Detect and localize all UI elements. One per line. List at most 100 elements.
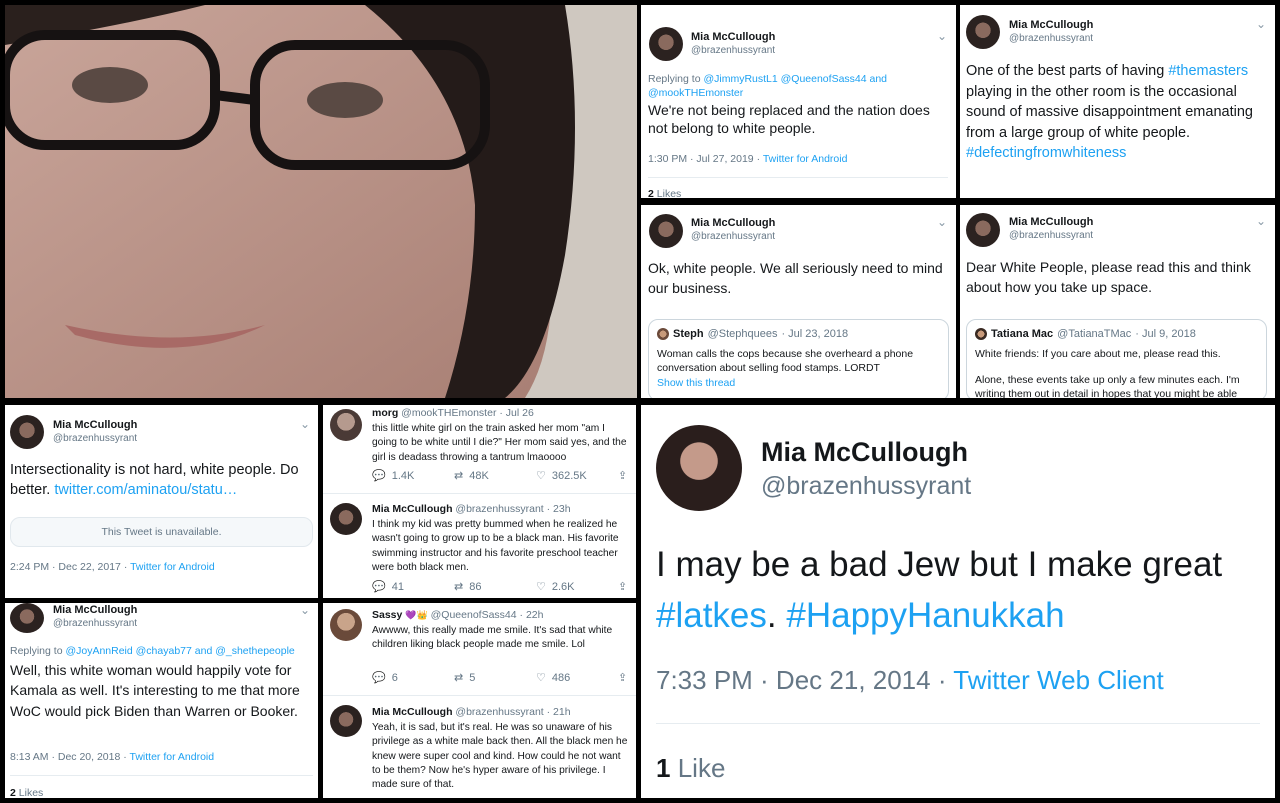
author-handle[interactable]: @brazenhussyrant	[53, 433, 137, 444]
replying-to: Replying to @JoyAnnReid @chayab77 and @_…	[10, 645, 313, 657]
quoted-author-handle: @Stephquees	[707, 328, 778, 340]
reply-action[interactable]: 💬 6	[372, 671, 454, 685]
likes-count[interactable]: 1 Like	[656, 753, 725, 784]
portrait-image	[5, 5, 637, 398]
author-handle[interactable]: @brazenhussyrant	[53, 618, 137, 629]
quoted-date: · Jul 23, 2018	[781, 328, 849, 340]
quoted-text: Woman calls the cops because she overhea…	[657, 348, 914, 375]
quoted-tweet[interactable]: Tatiana Mac @TatianaTMac · Jul 9, 2018 W…	[966, 319, 1267, 398]
show-thread-link[interactable]: Show this thread	[657, 377, 735, 389]
reply-action[interactable]: 💬 41	[372, 580, 454, 594]
avatar[interactable]	[966, 213, 1000, 247]
tweet-time[interactable]: 1:30 PM · Jul 27, 2019	[648, 153, 754, 165]
tweet-client[interactable]: Twitter for Android	[763, 153, 848, 165]
tweet-text: I may be a bad Jew but I make great #lat…	[656, 540, 1266, 642]
chevron-down-icon[interactable]: ⌄	[300, 417, 310, 431]
tweet-client[interactable]: Twitter for Android	[130, 561, 215, 573]
author-name[interactable]: Mia McCullough	[372, 706, 453, 718]
tweet-card-dear-white-people[interactable]: Mia McCullough @brazenhussyrant ⌄ Dear W…	[960, 205, 1275, 398]
author-name[interactable]: Mia McCullough	[372, 503, 453, 515]
morg-handle[interactable]: @mookTHEmonster	[401, 407, 496, 419]
author-name[interactable]: Mia McCullough	[53, 604, 137, 616]
avatar[interactable]	[10, 415, 44, 449]
retweet-action[interactable]: ⇄ 48K	[454, 469, 536, 483]
tweet-card-replacement[interactable]: Mia McCullough @brazenhussyrant ⌄ Replyi…	[641, 5, 956, 198]
sassy-avatar[interactable]	[330, 609, 362, 641]
author-handle[interactable]: @brazenhussyrant	[691, 45, 775, 56]
like-action[interactable]: ♡ 362.5K	[536, 469, 618, 483]
tweet-text: Intersectionality is not hard, white peo…	[10, 460, 310, 501]
morg-text: this little white girl on the train aske…	[372, 423, 627, 463]
quoted-tweet[interactable]: Steph @Stephquees · Jul 23, 2018 Woman c…	[648, 319, 949, 398]
author-name[interactable]: Mia McCullough	[691, 31, 775, 43]
likes-count[interactable]: 2 Likes	[648, 188, 681, 198]
chevron-down-icon[interactable]: ⌄	[1256, 214, 1266, 228]
share-action[interactable]: ⇪	[618, 671, 636, 684]
author-handle[interactable]: @brazenhussyrant	[691, 231, 775, 242]
morg-avatar[interactable]	[330, 409, 362, 441]
tweet-time[interactable]: 2:24 PM · Dec 22, 2017	[10, 561, 121, 573]
author-name[interactable]: Mia McCullough	[1009, 216, 1093, 228]
thread-card-morg[interactable]: morg @mookTHEmonster · Jul 26 this littl…	[323, 405, 636, 598]
hashtag-happyhanukkah[interactable]: #HappyHanukkah	[786, 596, 1064, 635]
like-action[interactable]: ♡ 486	[536, 671, 618, 685]
chevron-down-icon[interactable]: ⌄	[937, 29, 947, 43]
chevron-down-icon[interactable]: ⌄	[300, 603, 310, 617]
like-action[interactable]: ♡ 2.6K	[536, 580, 618, 594]
quoted-author-name[interactable]: Tatiana Mac	[991, 328, 1053, 340]
hashtag-defectingfromwhiteness[interactable]: #defectingfromwhiteness	[966, 145, 1126, 161]
avatar[interactable]	[649, 27, 683, 61]
likes-count[interactable]: 2 Likes	[10, 787, 43, 798]
author-handle-time[interactable]: @brazenhussyrant · 23h	[455, 503, 570, 515]
replying-prefix: Replying to	[10, 645, 66, 657]
avatar[interactable]	[656, 425, 742, 511]
author-name[interactable]: Mia McCullough	[1009, 19, 1093, 31]
author-handle[interactable]: @brazenhussyrant	[761, 472, 971, 501]
avatar[interactable]	[10, 603, 44, 633]
avatar[interactable]	[966, 15, 1000, 49]
divider	[10, 775, 313, 776]
tweet-card-mind-business[interactable]: Mia McCullough @brazenhussyrant ⌄ Ok, wh…	[641, 205, 956, 398]
tweet-card-latkes[interactable]: Mia McCullough @brazenhussyrant I may be…	[641, 405, 1275, 798]
hashtag-themasters[interactable]: #themasters	[1168, 63, 1248, 79]
sassy-handle[interactable]: @QueenofSass44	[431, 609, 517, 621]
quoted-author-name[interactable]: Steph	[673, 328, 704, 340]
chevron-down-icon[interactable]: ⌄	[937, 215, 947, 229]
author-name[interactable]: Mia McCullough	[53, 419, 137, 431]
tweet-card-intersectionality[interactable]: Mia McCullough @brazenhussyrant ⌄ Inters…	[5, 405, 318, 598]
author-name[interactable]: Mia McCullough	[691, 217, 775, 229]
replying-to-users[interactable]: @JoyAnnReid @chayab77 and @_shethepeople	[65, 645, 294, 657]
share-action[interactable]: ⇪	[618, 580, 636, 593]
thread-card-sassy[interactable]: Sassy 💜👑 @QueenofSass44 · 22h Awwww, thi…	[323, 603, 636, 798]
hashtag-latkes[interactable]: #latkes	[656, 596, 767, 635]
author-name[interactable]: Mia McCullough	[761, 437, 968, 468]
tweet-card-themasters[interactable]: Mia McCullough @brazenhussyrant ⌄ One of…	[960, 5, 1275, 198]
reply-action[interactable]: 💬 1.4K	[372, 469, 454, 483]
sassy-name[interactable]: Sassy	[372, 609, 402, 621]
author-handle[interactable]: @brazenhussyrant	[1009, 230, 1093, 241]
author-handle-time[interactable]: @brazenhussyrant · 21h	[455, 706, 570, 718]
tweet-time[interactable]: 8:13 AM · Dec 20, 2018	[10, 751, 120, 763]
avatar[interactable]	[649, 214, 683, 248]
sassy-emoji: 💜👑	[405, 610, 428, 620]
avatar[interactable]	[330, 503, 362, 535]
tweet-card-kamala[interactable]: Mia McCullough @brazenhussyrant ⌄ Replyi…	[5, 603, 318, 798]
retweet-action[interactable]: ⇄ 5	[454, 671, 536, 685]
morg-name[interactable]: morg	[372, 407, 398, 419]
tweet-link[interactable]: twitter.com/aminatou/statu…	[54, 482, 237, 498]
author-handle[interactable]: @brazenhussyrant	[1009, 33, 1093, 44]
retweet-count: 48K	[469, 469, 489, 482]
tweet-client[interactable]: Twitter for Android	[129, 751, 214, 763]
quoted-date: · Jul 9, 2018	[1135, 328, 1196, 340]
profile-photo	[5, 5, 637, 398]
tweet-client[interactable]: Twitter Web Client	[953, 665, 1163, 695]
likes-number: 1	[656, 753, 671, 783]
retweet-action[interactable]: ⇄ 86	[454, 580, 536, 594]
share-action[interactable]: ⇪	[618, 469, 636, 482]
chevron-down-icon[interactable]: ⌄	[1256, 17, 1266, 31]
avatar[interactable]	[330, 705, 362, 737]
sassy-date: · 22h	[519, 609, 544, 621]
mia-reply-text: I think my kid was pretty bummed when he…	[372, 519, 619, 573]
tweet-time[interactable]: 7:33 PM · Dec 21, 2014 ·	[656, 665, 953, 695]
tweet-text-separator: .	[766, 595, 787, 635]
